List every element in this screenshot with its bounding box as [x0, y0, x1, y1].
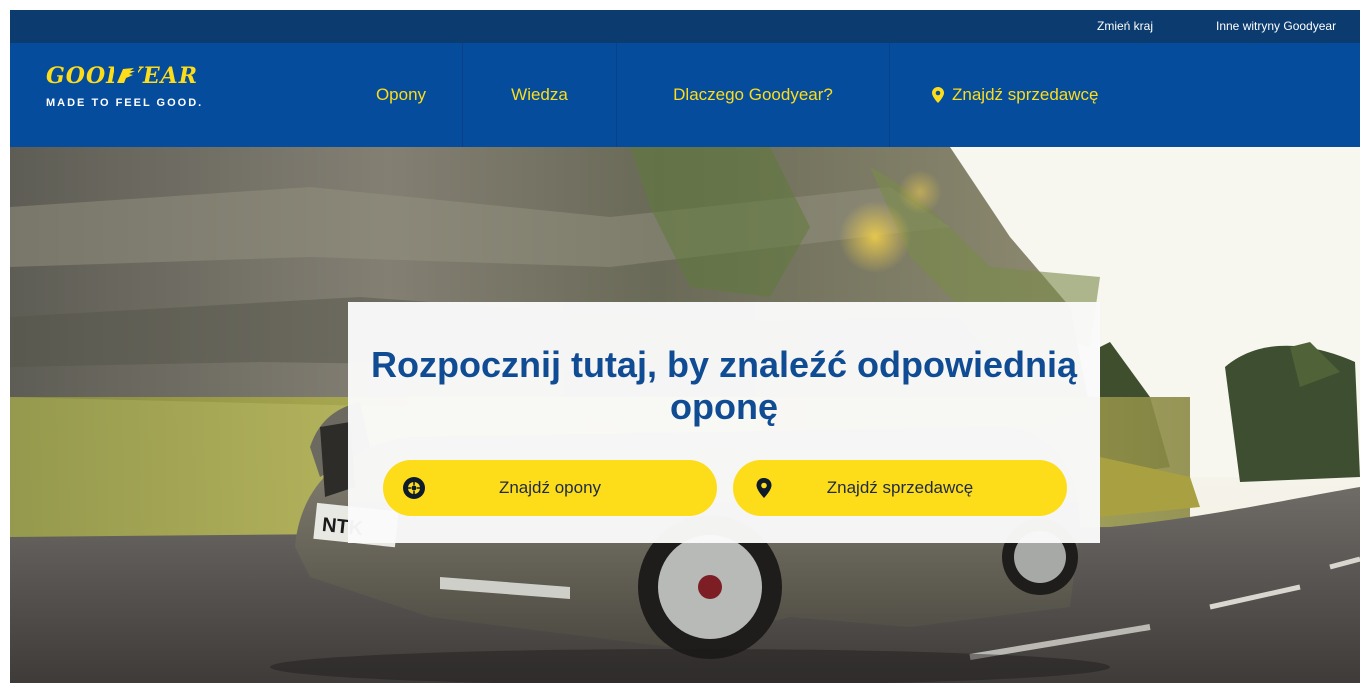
change-country-link[interactable]: Zmień kraj: [1097, 19, 1153, 33]
hero-banner: NTK Rozpocznij tutaj, by znaleźć odpowie…: [10, 147, 1360, 683]
main-navigation: GOODYEAR MADE TO FEEL GOOD. Opony Wiedza…: [10, 43, 1360, 147]
logo-tagline: MADE TO FEEL GOOD.: [46, 97, 204, 109]
goodyear-page: Zmień kraj Inne witryny Goodyear GOODYEA…: [10, 10, 1360, 683]
find-dealer-button[interactable]: Znajdź sprzedawcę: [733, 460, 1067, 516]
other-sites-link[interactable]: Inne witryny Goodyear: [1216, 19, 1336, 33]
nav-item-label: Znajdź sprzedawcę: [952, 85, 1099, 104]
hero-title: Rozpocznij tutaj, by znaleźć odpowiednią…: [370, 344, 1078, 427]
goodyear-logo[interactable]: GOODYEAR MADE TO FEEL GOOD.: [46, 63, 236, 123]
nav-item-label: Opony: [375, 85, 427, 104]
nav-item-opony[interactable]: Opony: [340, 43, 462, 147]
find-tires-button[interactable]: Znajdź opony: [383, 460, 717, 516]
nav-item-dlaczego-goodyear[interactable]: Dlaczego Goodyear?: [617, 43, 889, 147]
nav-item-wiedza[interactable]: Wiedza: [463, 43, 616, 147]
nav-item-znajdz-sprzedawce[interactable]: Znajdź sprzedawcę: [890, 43, 1180, 147]
tire-search-card: Rozpocznij tutaj, by znaleźć odpowiednią…: [348, 302, 1100, 543]
winged-foot-icon: [114, 65, 138, 87]
nav-item-label: Wiedza: [511, 85, 568, 104]
find-tires-label: Znajdź opony: [498, 478, 602, 497]
nav-item-label: Dlaczego Goodyear?: [673, 85, 833, 104]
location-pin-icon: [932, 87, 944, 103]
find-dealer-label: Znajdź sprzedawcę: [826, 478, 974, 497]
utility-bar: Zmień kraj Inne witryny Goodyear: [10, 10, 1360, 43]
